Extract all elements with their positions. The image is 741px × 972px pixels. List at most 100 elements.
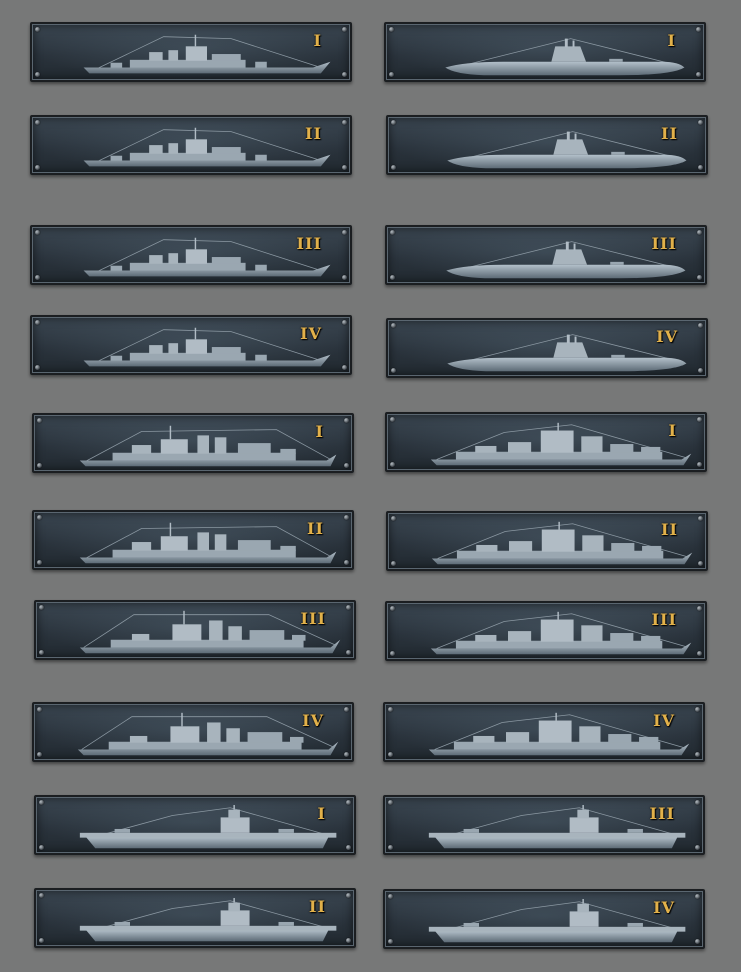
ship-card-heavy-cruiser-tier-4[interactable]: IV: [32, 702, 354, 762]
ship-card-heavy-cruiser-tier-3[interactable]: III: [34, 600, 356, 660]
rivet-icon: [390, 230, 395, 235]
rivet-icon: [37, 463, 42, 468]
rivet-icon: [391, 368, 396, 373]
rivet-icon: [344, 515, 349, 520]
rivet-icon: [695, 894, 700, 899]
rivet-icon: [697, 651, 702, 656]
carrier-icon: [79, 898, 338, 942]
tier-label: II: [661, 124, 678, 143]
tier-label: III: [651, 610, 677, 629]
tier-label: II: [307, 519, 324, 538]
rivet-icon: [697, 606, 702, 611]
rivet-icon: [342, 72, 347, 77]
ship-card-destroyer-tier-2[interactable]: II: [30, 115, 352, 175]
ship-card-destroyer-tier-1[interactable]: I: [30, 22, 352, 82]
rivet-icon: [696, 72, 701, 77]
rivet-icon: [344, 418, 349, 423]
ship-card-battleship-tier-3[interactable]: III: [385, 601, 707, 661]
ship-card-submarine-tier-1[interactable]: I: [384, 22, 706, 82]
rivet-icon: [388, 845, 393, 850]
rivet-icon: [695, 845, 700, 850]
tier-label: II: [305, 124, 322, 143]
tier-label: I: [668, 421, 677, 440]
rivet-icon: [342, 165, 347, 170]
destroyer-icon: [82, 127, 332, 168]
ship-card-carrier-tier-3[interactable]: III: [383, 795, 705, 855]
tier-label: IV: [653, 711, 675, 730]
tier-label: III: [649, 804, 675, 823]
rivet-icon: [391, 165, 396, 170]
rivet-icon: [389, 72, 394, 77]
rivet-icon: [697, 275, 702, 280]
tier-label: III: [651, 234, 677, 253]
rivet-icon: [698, 368, 703, 373]
rivet-icon: [388, 894, 393, 899]
rivet-icon: [342, 27, 347, 32]
rivet-icon: [695, 707, 700, 712]
ship-card-destroyer-tier-4[interactable]: IV: [30, 315, 352, 375]
rivet-icon: [342, 230, 347, 235]
rivet-icon: [342, 120, 347, 125]
rivet-icon: [390, 651, 395, 656]
rivet-icon: [39, 605, 44, 610]
rivet-icon: [35, 72, 40, 77]
rivet-icon: [391, 120, 396, 125]
rivet-icon: [37, 560, 42, 565]
rivet-icon: [346, 800, 351, 805]
rivet-icon: [35, 275, 40, 280]
carrier-icon: [79, 805, 338, 849]
rivet-icon: [388, 707, 393, 712]
rivet-icon: [342, 275, 347, 280]
tier-label: III: [296, 234, 322, 253]
rivet-icon: [346, 893, 351, 898]
tier-label: I: [313, 31, 322, 50]
ship-card-submarine-tier-2[interactable]: II: [386, 115, 708, 175]
rivet-icon: [39, 800, 44, 805]
ship-card-carrier-tier-2[interactable]: II: [34, 888, 356, 948]
rivet-icon: [35, 165, 40, 170]
tier-label: II: [309, 897, 326, 916]
rivet-icon: [39, 845, 44, 850]
light-cruiser-icon: [79, 425, 338, 467]
ship-card-battleship-tier-2[interactable]: II: [386, 511, 708, 571]
ship-card-light-cruiser-tier-1[interactable]: I: [32, 413, 354, 473]
rivet-icon: [698, 516, 703, 521]
tier-label: I: [315, 422, 324, 441]
tier-label: I: [667, 31, 676, 50]
rivet-icon: [35, 230, 40, 235]
rivet-icon: [344, 707, 349, 712]
rivet-icon: [390, 606, 395, 611]
battleship-icon: [431, 521, 693, 565]
tier-label: IV: [653, 898, 675, 917]
tier-label: I: [317, 804, 326, 823]
ship-card-submarine-tier-4[interactable]: IV: [386, 318, 708, 378]
rivet-icon: [388, 752, 393, 757]
rivet-icon: [37, 515, 42, 520]
rivet-icon: [344, 752, 349, 757]
rivet-icon: [388, 800, 393, 805]
rivet-icon: [388, 939, 393, 944]
ship-card-carrier-tier-1[interactable]: I: [34, 795, 356, 855]
tier-label: IV: [300, 324, 322, 343]
rivet-icon: [695, 800, 700, 805]
ship-card-battleship-tier-1[interactable]: I: [385, 412, 707, 472]
rivet-icon: [344, 560, 349, 565]
ship-card-light-cruiser-tier-2[interactable]: II: [32, 510, 354, 570]
ship-card-submarine-tier-3[interactable]: III: [385, 225, 707, 285]
ship-card-destroyer-tier-3[interactable]: III: [30, 225, 352, 285]
ship-card-carrier-tier-4[interactable]: IV: [383, 889, 705, 949]
rivet-icon: [35, 120, 40, 125]
rivet-icon: [39, 893, 44, 898]
rivet-icon: [698, 323, 703, 328]
submarine-icon: [444, 38, 685, 76]
tier-label: IV: [302, 711, 324, 730]
rivet-icon: [391, 323, 396, 328]
rivet-icon: [37, 752, 42, 757]
rivet-icon: [390, 462, 395, 467]
ship-card-battleship-tier-4[interactable]: IV: [383, 702, 705, 762]
rivet-icon: [346, 650, 351, 655]
rivet-icon: [391, 561, 396, 566]
rivet-icon: [37, 707, 42, 712]
rivet-icon: [346, 605, 351, 610]
rivet-icon: [39, 938, 44, 943]
